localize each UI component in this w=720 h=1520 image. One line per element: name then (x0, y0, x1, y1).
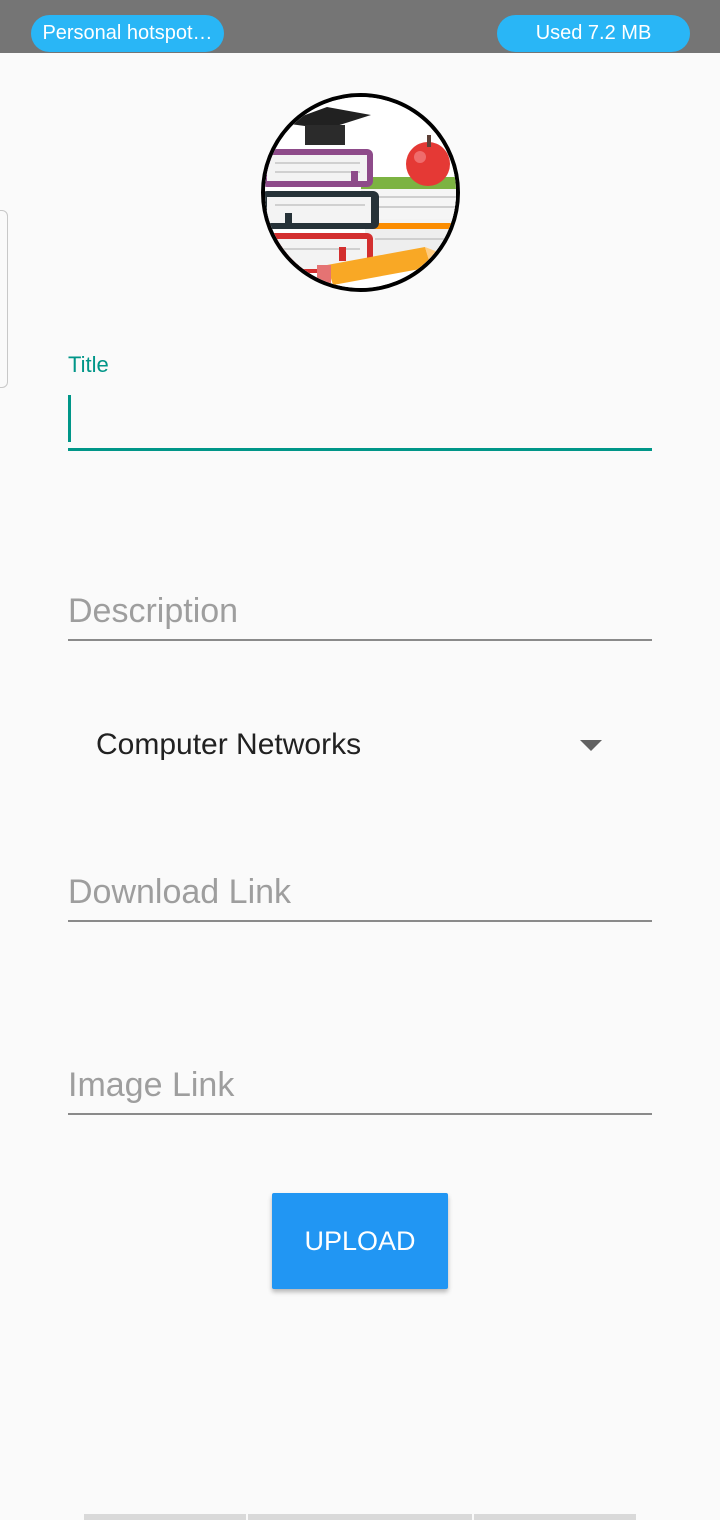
title-label: Title (68, 352, 109, 377)
category-selected-value: Computer Networks (96, 728, 362, 761)
title-field: Title (68, 352, 652, 452)
title-input[interactable] (68, 394, 652, 442)
data-usage-label: Used 7.2 MB (535, 22, 652, 44)
edge-panel-handle[interactable] (0, 210, 8, 388)
header-image (261, 93, 460, 292)
upload-button[interactable]: UPLOAD (272, 1193, 448, 1289)
description-input[interactable] (68, 586, 652, 636)
image-link-input[interactable] (68, 1060, 652, 1110)
hotspot-label: Personal hotspot… (42, 22, 213, 44)
description-underline (68, 639, 652, 641)
data-usage-indicator[interactable]: Used 7.2 MB (497, 15, 690, 52)
image-link-underline (68, 1113, 652, 1115)
category-dropdown[interactable]: Computer Networks (96, 722, 606, 768)
bottom-edge-segment (248, 1514, 472, 1520)
bottom-edge-segment (84, 1514, 246, 1520)
description-field (68, 586, 652, 644)
image-link-field (68, 1060, 652, 1118)
download-link-field (68, 867, 652, 925)
dropdown-arrow-icon (580, 739, 602, 751)
download-link-input[interactable] (68, 867, 652, 917)
bottom-edge-segment (474, 1514, 636, 1520)
title-underline (68, 448, 652, 451)
download-link-underline (68, 920, 652, 922)
hotspot-indicator[interactable]: Personal hotspot… (31, 15, 224, 52)
books-illustration (265, 97, 456, 288)
status-bar: Personal hotspot… Used 7.2 MB (0, 0, 720, 53)
